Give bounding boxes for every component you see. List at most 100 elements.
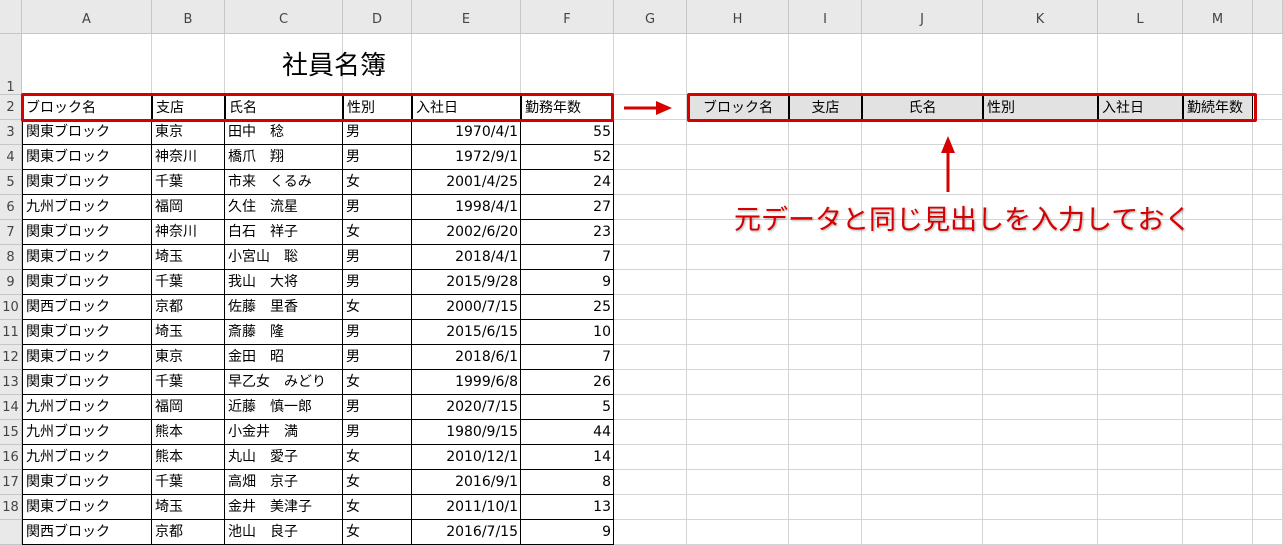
record-cell[interactable]: 5 [521,395,614,420]
record-cell[interactable]: 男 [343,270,412,295]
record-cell[interactable]: 久住 流星 [225,195,343,220]
source-header-5[interactable]: 入社日 [412,95,521,120]
record-cell[interactable]: 関東ブロック [22,495,152,520]
row-header-13[interactable]: 13 [0,370,22,395]
record-cell[interactable]: 九州ブロック [22,420,152,445]
cell-H4[interactable] [687,145,789,170]
record-cell[interactable]: 男 [343,245,412,270]
record-cell[interactable]: 14 [521,445,614,470]
column-header-J[interactable]: J [862,0,983,34]
row-header-10[interactable]: 10 [0,295,22,320]
cell-M19[interactable] [1183,520,1253,545]
column-header-L[interactable]: L [1098,0,1183,34]
record-cell[interactable]: 京都 [152,295,225,320]
record-cell[interactable]: 市来 くるみ [225,170,343,195]
cell-K19[interactable] [983,520,1098,545]
row-header-18[interactable]: 18 [0,495,22,520]
cell-I10[interactable] [789,295,862,320]
source-header-6[interactable]: 勤務年数 [521,95,614,120]
record-cell[interactable]: 関東ブロック [22,145,152,170]
cell-J11[interactable] [862,320,983,345]
record-cell[interactable]: 女 [343,370,412,395]
cell-I17[interactable] [789,470,862,495]
record-cell[interactable]: 2000/7/15 [412,295,521,320]
record-cell[interactable]: 55 [521,120,614,145]
cell-I5[interactable] [789,170,862,195]
cell-M4[interactable] [1183,145,1253,170]
record-cell[interactable]: 男 [343,145,412,170]
record-cell[interactable]: 7 [521,245,614,270]
record-cell[interactable]: 小金井 満 [225,420,343,445]
record-cell[interactable]: 2015/9/28 [412,270,521,295]
record-cell[interactable]: 埼玉 [152,320,225,345]
record-cell[interactable]: 東京 [152,345,225,370]
record-cell[interactable]: 関東ブロック [22,245,152,270]
record-cell[interactable]: 関西ブロック [22,295,152,320]
record-cell[interactable]: 2020/7/15 [412,395,521,420]
cell-H12[interactable] [687,345,789,370]
record-cell[interactable]: 千葉 [152,370,225,395]
record-cell[interactable]: 千葉 [152,270,225,295]
row-header-15[interactable]: 15 [0,420,22,445]
source-header-2[interactable]: 支店 [152,95,225,120]
target-header-2[interactable]: 支店 [789,95,862,120]
record-cell[interactable]: 女 [343,445,412,470]
cell-H11[interactable] [687,320,789,345]
cell-H13[interactable] [687,370,789,395]
source-header-3[interactable]: 氏名 [225,95,343,120]
record-cell[interactable]: 小宮山 聡 [225,245,343,270]
record-cell[interactable]: 高畑 京子 [225,470,343,495]
cell-H18[interactable] [687,495,789,520]
cell-J5[interactable] [862,170,983,195]
record-cell[interactable]: 2011/10/1 [412,495,521,520]
column-header-A[interactable]: A [22,0,152,34]
record-cell[interactable]: 熊本 [152,445,225,470]
cell-L4[interactable] [1098,145,1183,170]
cell-A1[interactable] [22,34,152,95]
cell-K3[interactable] [983,120,1098,145]
record-cell[interactable]: 熊本 [152,420,225,445]
cell-K12[interactable] [983,345,1098,370]
record-cell[interactable]: 福岡 [152,195,225,220]
cell-M1[interactable] [1183,34,1253,95]
cell-M15[interactable] [1183,420,1253,445]
cell-M13[interactable] [1183,370,1253,395]
record-cell[interactable]: 1980/9/15 [412,420,521,445]
record-cell[interactable]: 近藤 慎一郎 [225,395,343,420]
cell-M12[interactable] [1183,345,1253,370]
record-cell[interactable]: 男 [343,345,412,370]
record-cell[interactable]: 52 [521,145,614,170]
row-header-5[interactable]: 5 [0,170,22,195]
record-cell[interactable]: 25 [521,295,614,320]
record-cell[interactable]: 9 [521,270,614,295]
record-cell[interactable]: 関東ブロック [22,345,152,370]
row-header-19[interactable] [0,520,22,545]
record-cell[interactable]: 女 [343,470,412,495]
record-cell[interactable]: 埼玉 [152,495,225,520]
cell-J3[interactable] [862,120,983,145]
target-header-5[interactable]: 入社日 [1098,95,1183,120]
target-header-1[interactable]: ブロック名 [687,95,789,120]
cell-B1[interactable] [152,34,225,95]
cell-G17[interactable] [614,470,687,495]
cell-J13[interactable] [862,370,983,395]
cell-L13[interactable] [1098,370,1183,395]
record-cell[interactable]: 女 [343,170,412,195]
cell-M11[interactable] [1183,320,1253,345]
cell-K13[interactable] [983,370,1098,395]
record-cell[interactable]: 2002/6/20 [412,220,521,245]
cell-H8[interactable] [687,245,789,270]
cell-I12[interactable] [789,345,862,370]
cell-I15[interactable] [789,420,862,445]
record-cell[interactable]: 神奈川 [152,220,225,245]
cell-I1[interactable] [789,34,862,95]
cell-G2[interactable] [614,95,687,120]
cell-J15[interactable] [862,420,983,445]
cell-J19[interactable] [862,520,983,545]
row-header-1[interactable]: 1 [0,34,22,95]
cell-M3[interactable] [1183,120,1253,145]
cell-K8[interactable] [983,245,1098,270]
cell-J14[interactable] [862,395,983,420]
record-cell[interactable]: 九州ブロック [22,445,152,470]
record-cell[interactable]: 1998/4/1 [412,195,521,220]
